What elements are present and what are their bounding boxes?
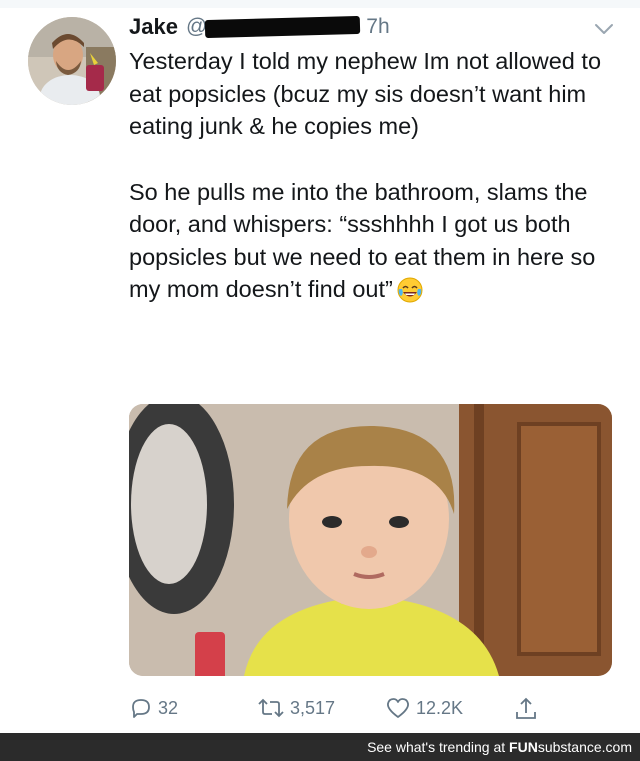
tweet-paragraph-2-text: So he pulls me into the bathroom, slams …	[129, 178, 596, 303]
share-button[interactable]	[513, 696, 544, 722]
reply-icon	[132, 699, 150, 718]
tweet-paragraph-2: So he pulls me into the bathroom, slams …	[129, 176, 629, 312]
tweet-time[interactable]: 7h	[366, 15, 389, 39]
tweet-header: Jake @ 7h	[129, 12, 390, 42]
face-with-tears-of-joy-icon	[397, 277, 423, 312]
retweet-count: 3,517	[290, 697, 336, 718]
footer-prefix: See what's trending at	[367, 739, 510, 755]
reply-button[interactable]: 32	[129, 696, 178, 720]
tweet-paragraph-1: Yesterday I told my nephew Im not allowe…	[129, 48, 602, 139]
footer-brand-rest: substance.com	[537, 739, 632, 755]
footer-text[interactable]: See what's trending at FUNsubstance.com	[367, 739, 632, 755]
retweet-icon	[258, 698, 284, 718]
photo-boy-with-popsicle	[129, 404, 612, 676]
tweet-media-photo[interactable]	[129, 404, 612, 676]
reply-count: 32	[158, 697, 179, 718]
author-name[interactable]: Jake	[129, 14, 178, 40]
like-count: 12.2K	[416, 697, 464, 718]
redaction-bar	[205, 15, 361, 39]
heart-icon	[387, 698, 409, 718]
chevron-down-icon[interactable]	[594, 22, 614, 36]
author-handle[interactable]: @	[186, 15, 361, 39]
watermark-footer: See what's trending at FUNsubstance.com	[0, 733, 640, 761]
like-button[interactable]: 12.2K	[385, 696, 463, 720]
avatar[interactable]	[28, 17, 116, 105]
avatar-photo	[28, 17, 116, 105]
tweet-actions: 32 3,517 12.2K	[129, 696, 549, 724]
tweet-text: Yesterday I told my nephew Im not allowe…	[129, 45, 629, 345]
footer-brand-fun: FUN	[509, 739, 538, 755]
top-edge	[0, 0, 640, 8]
share-icon	[516, 697, 536, 719]
retweet-button[interactable]: 3,517	[257, 696, 335, 720]
